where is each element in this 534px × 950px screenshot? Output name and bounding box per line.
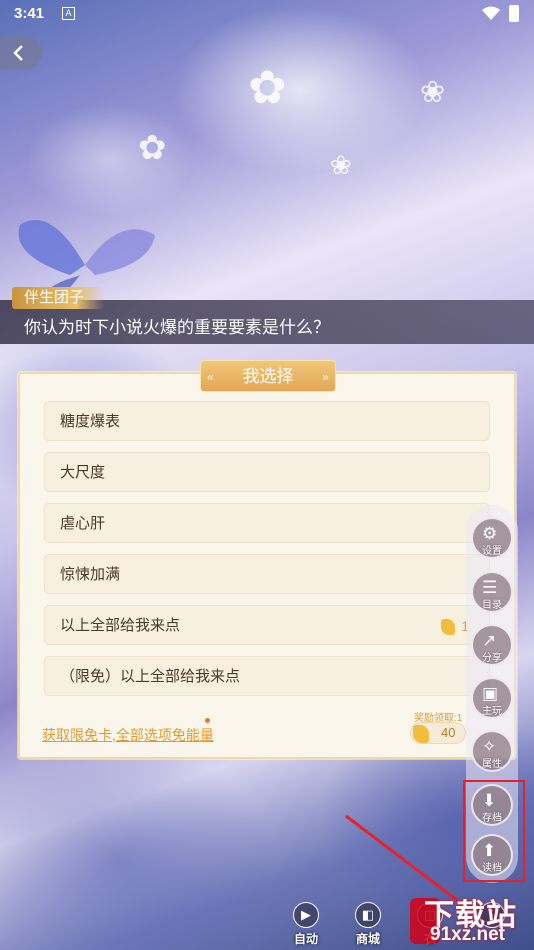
petal-decoration: ✿ — [248, 61, 287, 113]
side-button-label: 主玩 — [482, 706, 502, 717]
choice-title: 我选择 — [200, 360, 336, 393]
battery-icon — [509, 5, 519, 22]
side-button-label: 分享 — [482, 653, 502, 664]
watermark: 下载站 91xz.net — [410, 888, 534, 950]
watermark-url: 91xz.net — [430, 924, 505, 945]
choice-option-label: 惊悚加满 — [60, 566, 121, 583]
option-cost: 1 — [441, 606, 469, 646]
energy-gem-icon — [413, 725, 429, 743]
list-icon: ☰ — [482, 578, 498, 597]
side-button-label: 设置 — [482, 546, 502, 557]
choice-option[interactable]: （限免）以上全部给我来点 — [44, 656, 490, 696]
auto-button[interactable]: ▶ 自动 — [288, 902, 324, 946]
bottom-button-label: 自动 — [293, 932, 318, 946]
choice-option-label: 糖度爆表 — [60, 413, 121, 430]
speaker-name: 伴生团子 — [12, 287, 105, 309]
book-icon: ▣ — [482, 684, 499, 703]
main-play-button[interactable]: ▣ 主玩 — [471, 677, 513, 719]
reward-count: 40 — [441, 725, 456, 740]
settings-button[interactable]: ⚙ 设置 — [471, 517, 513, 559]
choice-option-label: （限免）以上全部给我来点 — [60, 668, 241, 685]
notification-icon: A — [62, 7, 75, 20]
bottom-button-label: 商城 — [355, 932, 380, 946]
choice-option-label: 虐心肝 — [60, 515, 106, 532]
petal-decoration: ✿ — [138, 129, 167, 167]
wifi-icon — [482, 6, 500, 20]
choice-option[interactable]: 以上全部给我来点 1 — [44, 605, 490, 645]
notification-dot — [205, 718, 210, 723]
choice-option[interactable]: 惊悚加满 — [44, 554, 490, 594]
free-card-link[interactable]: 获取限免卡,全部选项免能量 — [42, 725, 214, 745]
back-button[interactable] — [0, 36, 42, 70]
petal-decoration: ❀ — [420, 76, 446, 109]
energy-gem-icon — [441, 619, 456, 636]
star-icon: ✧ — [482, 737, 497, 756]
side-button-label: 目录 — [482, 600, 502, 611]
shop-icon: ◧ — [355, 902, 381, 928]
share-button[interactable]: ↗ 分享 — [471, 624, 513, 666]
choice-option-label: 大尺度 — [60, 464, 106, 481]
chevron-left-icon — [13, 45, 23, 61]
share-icon: ↗ — [482, 631, 497, 650]
status-time: 3:41 — [14, 5, 45, 22]
shop-button[interactable]: ◧ 商城 — [350, 902, 386, 946]
catalog-button[interactable]: ☰ 目录 — [471, 571, 513, 613]
side-button-label: 属性 — [482, 759, 502, 770]
choice-option[interactable]: 糖度爆表 — [44, 401, 490, 441]
attributes-button[interactable]: ✧ 属性 — [471, 730, 513, 772]
reward-button[interactable]: 40 — [410, 722, 466, 744]
play-icon: ▶ — [293, 902, 319, 928]
status-bar: 3:41 A — [0, 0, 534, 28]
gear-icon: ⚙ — [482, 524, 498, 543]
choice-option[interactable]: 大尺度 — [44, 452, 490, 492]
petal-decoration: ❀ — [330, 150, 352, 180]
choice-option[interactable]: 虐心肝 — [44, 503, 490, 543]
dialogue-text: 你认为时下小说火爆的重要要素是什么？ — [24, 318, 330, 337]
choice-option-label: 以上全部给我来点 — [60, 617, 181, 634]
